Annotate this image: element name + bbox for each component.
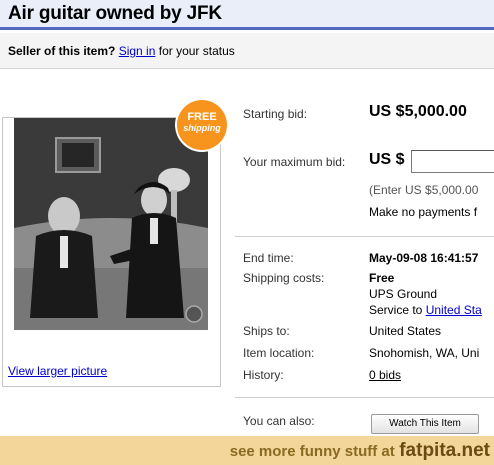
shipping-service: Service to United Sta xyxy=(369,303,482,317)
item-title: Air guitar owned by JFK xyxy=(8,3,222,24)
view-larger-picture-link[interactable]: View larger picture xyxy=(8,364,107,378)
max-bid-label: Your maximum bid: xyxy=(243,155,346,169)
watch-item-button[interactable]: Watch This Item xyxy=(371,414,479,434)
service-prefix: Service to xyxy=(369,303,423,317)
free-shipping-badge: FREE shipping xyxy=(177,100,227,150)
payments-note: Make no payments f xyxy=(369,205,478,219)
watermark-prefix: see more funny stuff at xyxy=(229,443,395,460)
bid-history-link[interactable]: 0 bids xyxy=(369,368,401,382)
bid-hint: (Enter US $5,000.00 xyxy=(369,183,479,197)
you-can-also-label: You can also: xyxy=(243,414,315,428)
shipping-method: UPS Ground xyxy=(369,287,438,301)
seller-status-text: Seller of this item? Sign in for your st… xyxy=(8,44,235,58)
section-divider-2 xyxy=(235,397,494,398)
badge-free-text: FREE xyxy=(187,111,217,123)
history-label: History: xyxy=(243,368,284,382)
starting-bid-label: Starting bid: xyxy=(243,107,308,121)
photo-image xyxy=(14,118,208,330)
watermark-text: see more funny stuff at fatpita.net xyxy=(230,440,490,462)
max-bid-input[interactable] xyxy=(411,150,494,173)
section-divider xyxy=(235,236,494,237)
ships-to-value: United States xyxy=(369,324,442,338)
item-photo[interactable] xyxy=(14,118,208,330)
end-time-label: End time: xyxy=(243,251,294,265)
seller-prompt: Seller of this item? xyxy=(8,44,116,58)
watermark-site: fatpita.net xyxy=(399,440,490,461)
seller-suffix: for your status xyxy=(158,44,235,58)
starting-bid-value: US $5,000.00 xyxy=(369,103,467,120)
sign-in-link[interactable]: Sign in xyxy=(119,44,156,58)
item-location-value: Snohomish, WA, Uni xyxy=(369,346,480,360)
max-bid-currency: US $ xyxy=(369,151,405,168)
shipping-label: Shipping costs: xyxy=(243,271,325,285)
item-location-label: Item location: xyxy=(243,346,315,360)
seller-bar: Seller of this item? Sign in for your st… xyxy=(0,33,494,69)
shipping-cost: Free xyxy=(369,271,395,285)
watermark-footer: see more funny stuff at fatpita.net xyxy=(0,436,494,465)
badge-shipping-text: shipping xyxy=(183,123,221,133)
end-time-value: May-09-08 16:41:57 xyxy=(369,251,479,265)
ships-to-label: Ships to: xyxy=(243,324,290,338)
title-bar: Air guitar owned by JFK xyxy=(0,0,494,30)
service-country-link[interactable]: United Sta xyxy=(426,303,482,317)
